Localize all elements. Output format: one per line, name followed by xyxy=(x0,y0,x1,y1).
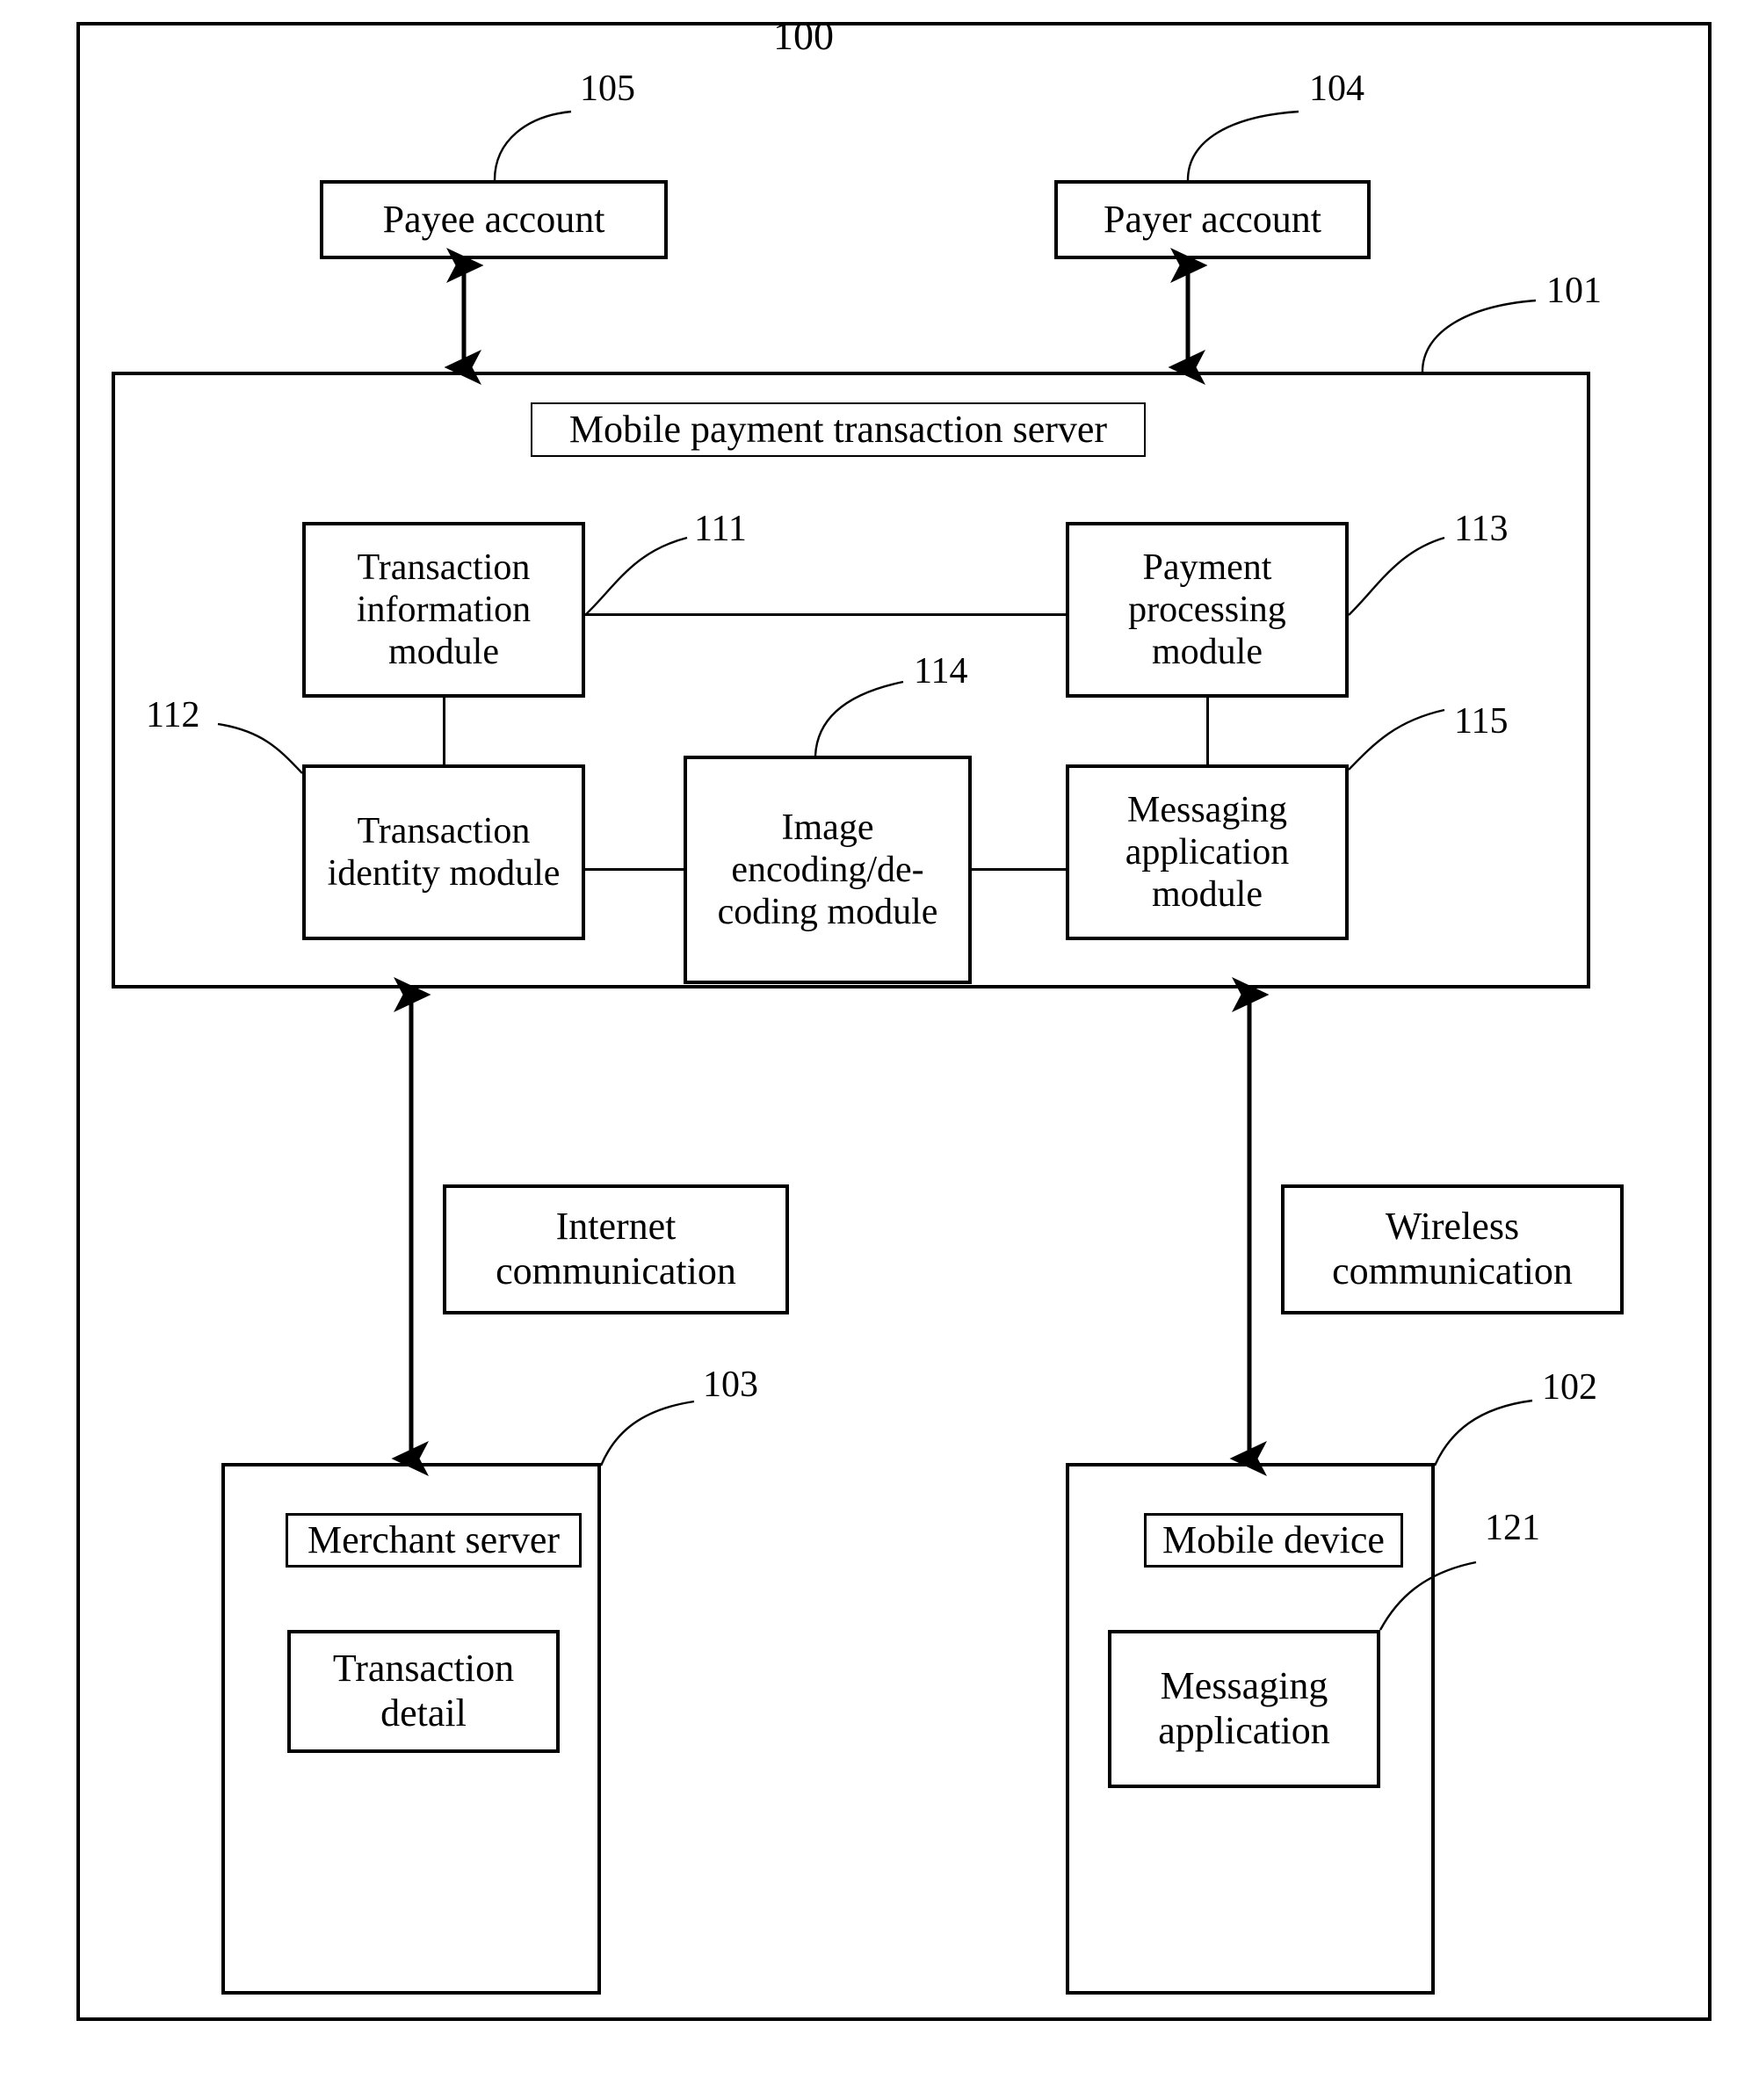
connector-113-115 xyxy=(1206,698,1209,764)
ref-label-104: 104 xyxy=(1309,69,1364,109)
transaction-detail-box: Transaction detail xyxy=(287,1630,560,1753)
payment-processing-module: Payment processing module xyxy=(1066,522,1349,698)
transaction-identity-module: Transaction identity module xyxy=(302,764,585,940)
ref-label-112: 112 xyxy=(146,695,200,735)
merchant-server-title-label: Merchant server xyxy=(307,1517,561,1561)
ref-label-114: 114 xyxy=(914,651,968,692)
merchant-server-title: Merchant server xyxy=(286,1513,582,1568)
connector-112-114 xyxy=(585,868,684,871)
payment-processing-module-label: Payment processing module xyxy=(1128,547,1286,673)
ref-label-103: 103 xyxy=(703,1365,758,1405)
image-encoding-decoding-module-label: Image encoding/de-coding module xyxy=(717,807,938,933)
ref-label-101: 101 xyxy=(1546,271,1602,311)
patent-figure: 100 Payee account 105 Payer account 104 … xyxy=(0,0,1737,2100)
ref-label-102: 102 xyxy=(1542,1367,1597,1408)
mobile-device-title-label: Mobile device xyxy=(1162,1517,1385,1561)
wireless-communication-box: Wireless communication xyxy=(1281,1184,1624,1314)
ref-label-113: 113 xyxy=(1454,509,1509,549)
internet-communication-box: Internet communication xyxy=(443,1184,789,1314)
wireless-communication-label: Wireless communication xyxy=(1332,1205,1573,1293)
payment-server-title-label: Mobile payment transaction server xyxy=(568,407,1108,451)
messaging-application-box: Messaging application xyxy=(1108,1630,1380,1788)
payer-account-box: Payer account xyxy=(1054,180,1371,259)
ref-label-105: 105 xyxy=(580,69,635,109)
ref-label-115: 115 xyxy=(1454,701,1509,742)
mobile-device-title: Mobile device xyxy=(1144,1513,1403,1568)
internet-communication-label: Internet communication xyxy=(496,1205,736,1293)
connector-111-113 xyxy=(585,613,1066,616)
payee-account-label: Payee account xyxy=(382,197,605,241)
messaging-application-label: Messaging application xyxy=(1158,1664,1330,1752)
ref-label-111: 111 xyxy=(694,509,747,549)
ref-label-100: 100 xyxy=(773,13,834,58)
payee-account-box: Payee account xyxy=(320,180,668,259)
payment-server-title: Mobile payment transaction server xyxy=(531,402,1146,457)
transaction-detail-label: Transaction detail xyxy=(332,1647,515,1734)
transaction-information-module-label: Transaction information module xyxy=(356,547,532,673)
connector-114-115 xyxy=(972,868,1066,871)
messaging-application-module: Messaging application module xyxy=(1066,764,1349,940)
messaging-application-module-label: Messaging application module xyxy=(1125,789,1290,916)
payer-account-label: Payer account xyxy=(1104,197,1321,241)
connector-111-112 xyxy=(443,698,445,764)
image-encoding-decoding-module: Image encoding/de-coding module xyxy=(684,756,972,984)
transaction-information-module: Transaction information module xyxy=(302,522,585,698)
ref-label-121: 121 xyxy=(1485,1508,1540,1548)
transaction-identity-module-label: Transaction identity module xyxy=(327,810,561,894)
